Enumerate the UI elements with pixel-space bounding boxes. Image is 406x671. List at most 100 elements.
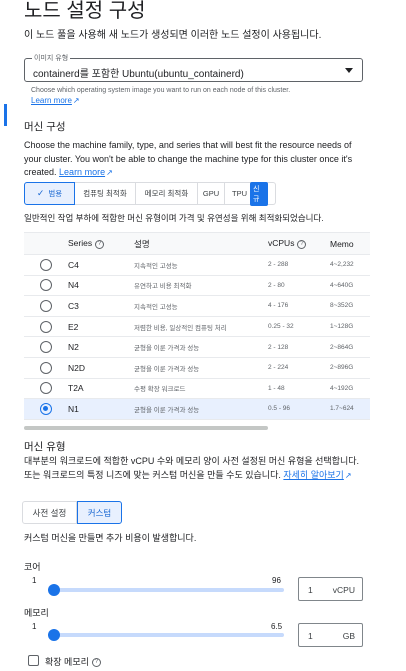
preset-button[interactable]: 사전 설정 (22, 501, 77, 524)
series-memory: 4~2,232 (330, 261, 354, 269)
family-tab-gpu[interactable]: GPU (198, 182, 225, 205)
series-radio[interactable] (40, 341, 52, 354)
table-header: Series? 설명 vCPUs? Memo (24, 233, 370, 255)
series-memory: 2~864G (330, 343, 354, 351)
series-desc: 유연하고 비용 최적화 (134, 283, 192, 291)
section-indicator (4, 104, 7, 126)
series-radio[interactable] (40, 402, 52, 415)
series-table: Series? 설명 vCPUs? Memo C4 지속적인 고성능 2 - 288… (24, 232, 370, 430)
series-desc: 저렴한 비용, 일상적인 컴퓨팅 처리 (134, 324, 227, 332)
table-row[interactable]: E2 저렴한 비용, 일상적인 컴퓨팅 처리 0.25 - 32 1~128G (24, 317, 370, 338)
series-vcpus: 0.5 - 96 (268, 405, 291, 413)
dropdown-arrow-icon (345, 68, 353, 73)
custom-button[interactable]: 커스텀 (77, 501, 122, 524)
memory-input[interactable]: 1 GB (298, 623, 363, 647)
family-tab-label: 메모리 최적화 (144, 189, 189, 198)
table-horizontal-scrollbar[interactable] (24, 426, 268, 430)
cores-label: 코어 (24, 562, 41, 572)
page-title: 노드 설정 구성 (24, 0, 146, 22)
table-row[interactable]: N1 균형을 이룬 가격과 성능 0.5 - 96 1.7~624 (24, 399, 370, 420)
table-row[interactable]: N2 균형을 이룬 가격과 성능 2 - 128 2~864G (24, 337, 370, 358)
series-vcpus: 2 - 288 (268, 261, 289, 269)
series-name: N4 (68, 280, 79, 291)
column-header-desc: 설명 (134, 238, 150, 249)
series-memory: 4~640G (330, 281, 354, 289)
memory-slider-thumb[interactable] (48, 629, 60, 641)
family-tab-compute[interactable]: 컴퓨팅 최적화 (75, 182, 136, 205)
memory-label: 메모리 (24, 608, 49, 618)
machine-type-title: 머신 유형 (24, 441, 66, 453)
series-desc: 균형을 이룬 가격과 성능 (134, 345, 200, 353)
external-link-icon: ↗ (106, 168, 113, 177)
extended-memory-label: 확장 메모리? (45, 655, 101, 668)
help-icon[interactable]: ? (91, 658, 101, 668)
series-name: C4 (68, 259, 79, 270)
series-radio[interactable] (40, 361, 52, 374)
series-desc: 균형을 이룬 가격과 성능 (134, 406, 200, 414)
extended-memory-checkbox[interactable] (28, 655, 39, 666)
series-name: E2 (68, 321, 79, 332)
machine-type-learn-more-label: 자세히 알아보기 (283, 469, 344, 480)
series-name: N2D (68, 362, 86, 373)
cores-value: 1 (308, 585, 313, 595)
series-radio[interactable] (40, 299, 52, 312)
table-row[interactable]: N2D 균형을 이룬 가격과 성능 2 - 224 2~896G (24, 358, 370, 379)
machine-config-title: 머신 구성 (24, 121, 66, 133)
series-name: N2 (68, 342, 79, 353)
machine-family-tabs: ✓ 범용 컴퓨팅 최적화 메모리 최적화 GPU TPU 신규 (24, 181, 276, 206)
image-type-label: 이미지 유형 (32, 53, 71, 63)
family-tab-label: 컴퓨팅 최적화 (83, 189, 127, 198)
new-badge: 신규 (250, 181, 268, 206)
cores-slider[interactable] (48, 584, 284, 596)
machine-learn-more-link[interactable]: Learn more↗ (59, 167, 113, 177)
machine-learn-more-label: Learn more (59, 167, 106, 177)
series-memory: 8~352G (330, 302, 354, 310)
series-name: T2A (68, 383, 84, 394)
help-icon[interactable]: ? (95, 239, 105, 249)
table-row[interactable]: C4 지속적인 고성능 2 - 288 4~2,232 (24, 255, 370, 276)
series-name: C3 (68, 300, 79, 311)
help-icon[interactable]: ? (297, 239, 307, 249)
external-link-icon: ↗ (344, 470, 352, 480)
memory-value: 1 (308, 631, 313, 641)
series-vcpus: 2 - 224 (268, 364, 289, 372)
cores-min: 1 (32, 576, 37, 585)
column-header-vcpus[interactable]: vCPUs? (268, 238, 330, 249)
machine-type-desc: 대부분의 워크로드에 적합한 vCPU 수와 메모리 양이 사전 설정된 머신 … (24, 455, 364, 482)
image-type-select[interactable]: 이미지 유형 containerd를 포함한 Ubuntu(ubuntu_con… (24, 53, 363, 82)
series-radio[interactable] (40, 258, 52, 271)
family-tab-tpu[interactable]: TPU 신규 (225, 181, 276, 206)
image-type-hint: Choose which operating system image you … (31, 87, 291, 94)
cores-max: 96 (272, 576, 281, 585)
column-header-memory: Memo (330, 238, 354, 249)
image-learn-more-label: Learn more (31, 96, 72, 105)
custom-cost-note: 커스텀 머신을 만들면 추가 비용이 발생합니다. (24, 533, 197, 543)
series-desc: 수평 확장 워크로드 (134, 386, 186, 394)
family-tab-memory[interactable]: 메모리 최적화 (136, 182, 198, 205)
family-tab-general[interactable]: ✓ 범용 (24, 182, 75, 205)
series-vcpus: 1 - 48 (268, 384, 285, 392)
table-row[interactable]: N4 유연하고 비용 최적화 2 - 80 4~640G (24, 276, 370, 297)
column-header-series[interactable]: Series? (68, 238, 134, 249)
table-row[interactable]: T2A 수평 확장 워크로드 1 - 48 4~192G (24, 379, 370, 400)
series-vcpus: 4 - 176 (268, 302, 289, 310)
series-vcpus: 2 - 80 (268, 281, 285, 289)
series-desc: 균형을 이룬 가격과 성능 (134, 365, 200, 373)
memory-unit: GB (342, 631, 355, 641)
series-radio[interactable] (40, 382, 52, 395)
cores-unit: vCPU (332, 585, 355, 595)
series-memory: 2~896G (330, 364, 354, 372)
series-vcpus: 2 - 128 (268, 343, 289, 351)
memory-slider[interactable] (48, 629, 284, 641)
image-learn-more-link[interactable]: Learn more↗ (31, 96, 80, 105)
family-description: 일반적인 작업 부하에 적합한 머신 유형이며 가격 및 유연성을 위해 최적화… (24, 213, 324, 223)
cores-input[interactable]: 1 vCPU (298, 577, 363, 601)
series-radio[interactable] (40, 320, 52, 333)
machine-type-learn-more-link[interactable]: 자세히 알아보기↗ (283, 470, 351, 480)
table-row[interactable]: C3 지속적인 고성능 4 - 176 8~352G (24, 296, 370, 317)
check-icon: ✓ (36, 188, 45, 198)
series-desc: 지속적인 고성능 (134, 303, 178, 311)
series-vcpus: 0.25 - 32 (268, 323, 294, 331)
series-radio[interactable] (40, 279, 52, 292)
cores-slider-thumb[interactable] (48, 584, 60, 596)
